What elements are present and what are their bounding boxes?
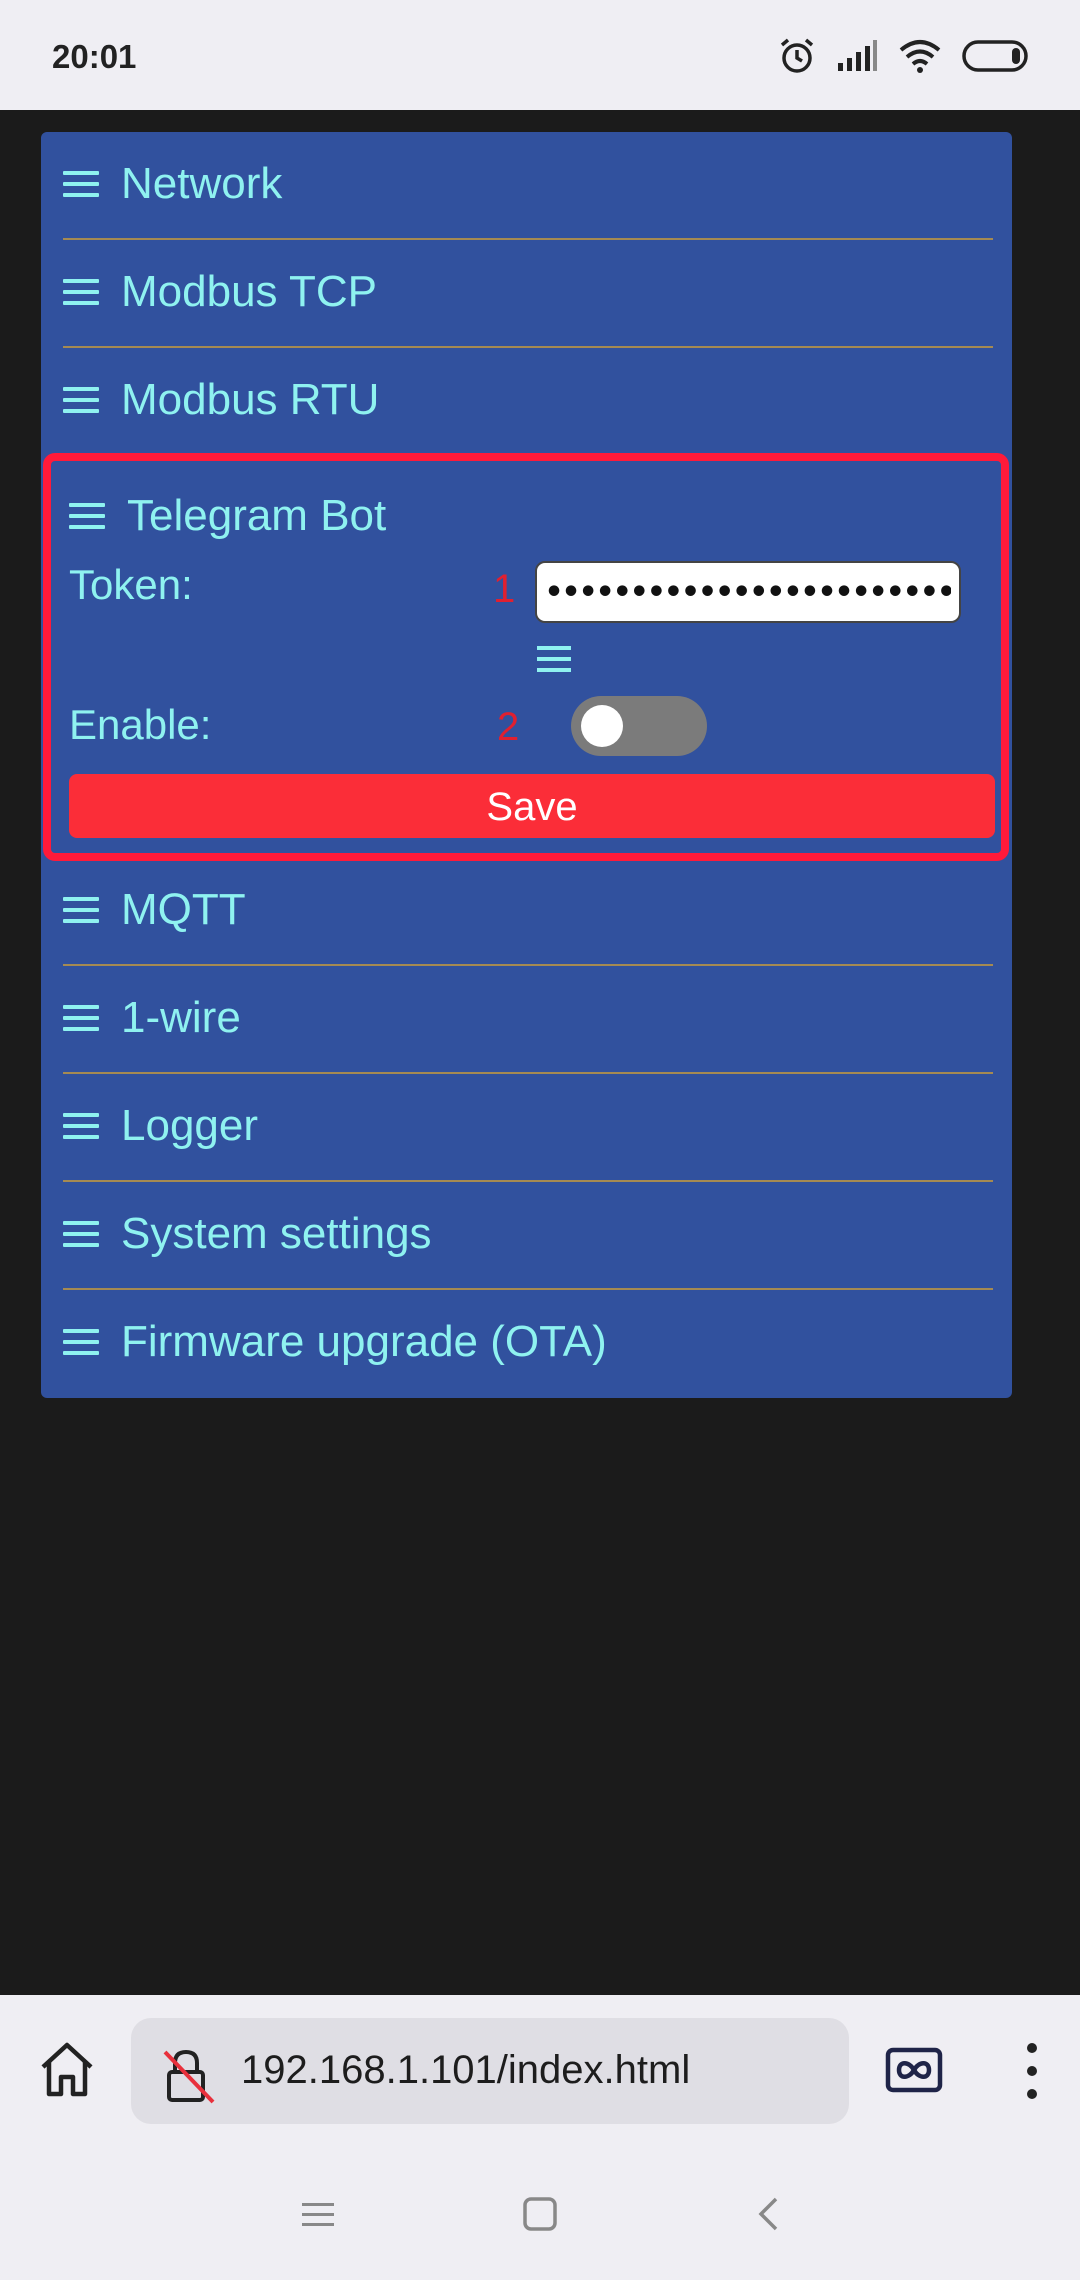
menu-icon — [63, 380, 99, 420]
accordion-label: Telegram Bot — [127, 491, 387, 540]
accordion-item-network[interactable]: Network — [63, 132, 993, 240]
home-nav-icon[interactable] — [522, 2196, 558, 2232]
tabs-icon[interactable] — [885, 2047, 943, 2093]
accordion-label: 1-wire — [121, 993, 241, 1042]
accordion-label: Network — [121, 159, 283, 208]
accordion-label: Modbus RTU — [121, 375, 380, 424]
recents-icon[interactable] — [300, 2200, 336, 2230]
menu-icon — [63, 890, 99, 930]
accordion-label: Firmware upgrade (OTA) — [121, 1317, 607, 1366]
token-label: Token: — [69, 561, 193, 608]
signal-icon — [838, 40, 877, 71]
toggle-knob — [581, 705, 623, 747]
accordion-label: Logger — [121, 1101, 259, 1150]
accordion-item-telegram-bot[interactable]: Telegram Bot — [69, 491, 386, 541]
accordion-item-mqtt[interactable]: MQTT — [63, 858, 993, 966]
enable-toggle[interactable] — [571, 696, 707, 756]
wifi-icon — [899, 40, 941, 73]
url-bar[interactable]: 192.168.1.101/index.html — [131, 2018, 849, 2124]
accordion-item-modbus-tcp[interactable]: Modbus TCP — [63, 240, 993, 348]
more-options-icon[interactable] — [1018, 2040, 1046, 2102]
alarm-icon — [780, 38, 814, 73]
system-navigation-bar — [0, 2150, 1080, 2280]
accordion-item-modbus-rtu[interactable]: Modbus RTU — [63, 348, 993, 456]
accordion-item-logger[interactable]: Logger — [63, 1074, 993, 1182]
menu-icon — [63, 1322, 99, 1362]
status-icons — [778, 34, 1032, 78]
status-time: 20:01 — [52, 38, 137, 75]
browser-toolbar: 192.168.1.101/index.html — [0, 1995, 1080, 2150]
marker-1: 1 — [493, 567, 516, 611]
accordion-label: System settings — [121, 1209, 432, 1258]
enable-label: Enable: — [69, 701, 212, 748]
accordion-label: Modbus TCP — [121, 267, 377, 316]
url-text: 192.168.1.101/index.html — [241, 2048, 691, 2092]
marker-2: 2 — [497, 705, 520, 749]
menu-icon — [63, 998, 99, 1038]
insecure-lock-icon[interactable] — [161, 2048, 217, 2104]
menu-icon — [63, 272, 99, 312]
back-icon[interactable] — [756, 2196, 780, 2232]
accordion-item-firmware-upgrade[interactable]: Firmware upgrade (OTA) — [63, 1290, 993, 1398]
menu-icon — [63, 1106, 99, 1146]
home-icon[interactable] — [38, 2039, 96, 2099]
menu-icon — [63, 1214, 99, 1254]
accordion-item-1-wire[interactable]: 1-wire — [63, 966, 993, 1074]
menu-icon — [63, 164, 99, 204]
accordion-item-system-settings[interactable]: System settings — [63, 1182, 993, 1290]
telegram-bot-section: Telegram Bot Token: 1 Enable: 2 Save — [43, 453, 1009, 861]
menu-icon[interactable] — [537, 639, 571, 679]
menu-icon — [69, 496, 105, 536]
save-button[interactable]: Save — [69, 774, 995, 838]
status-bar: 20:01 — [0, 0, 1080, 110]
token-input[interactable] — [535, 561, 961, 623]
battery-icon — [962, 40, 1028, 72]
accordion-label: MQTT — [121, 885, 246, 934]
